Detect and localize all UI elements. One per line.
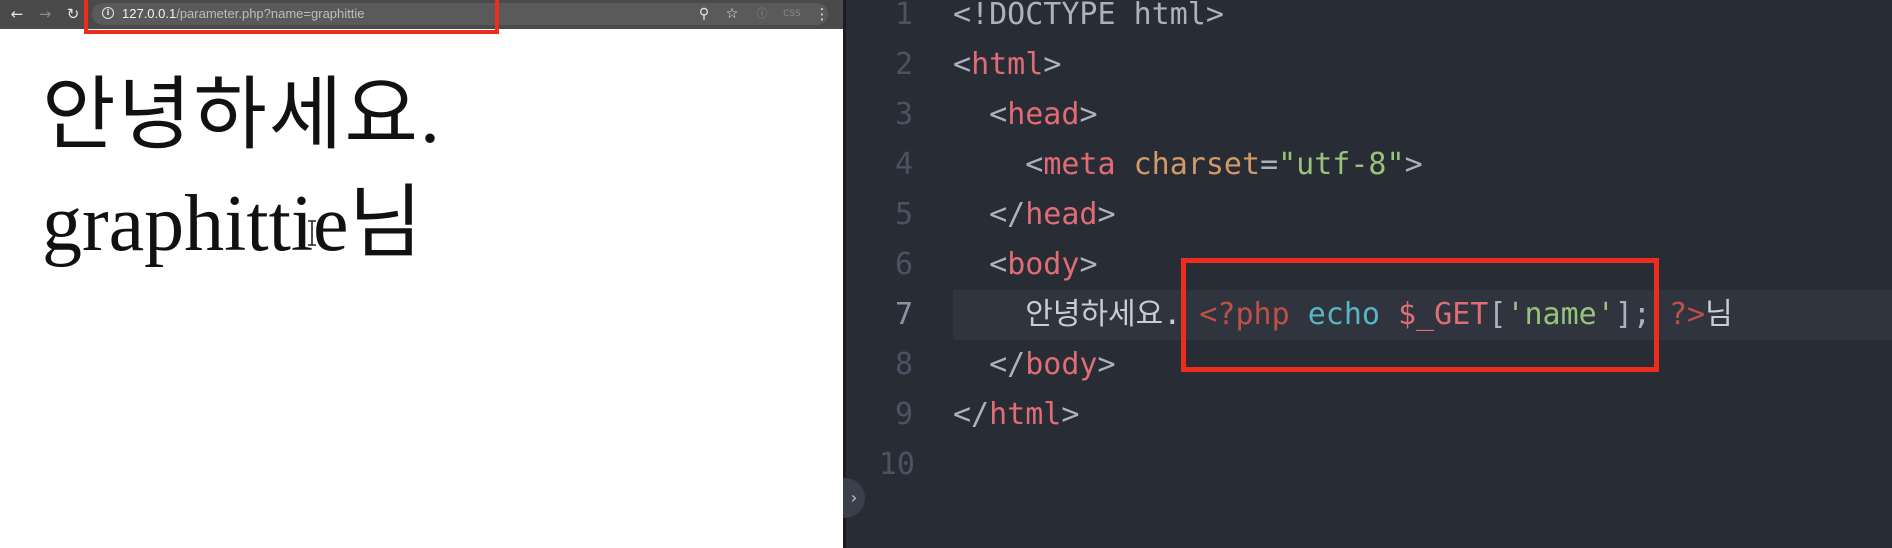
code-token: > [1097,197,1116,232]
code-token: < [953,47,972,82]
code-line[interactable]: </body> [953,340,1116,390]
text-cursor-icon [308,220,316,246]
code-token: > [1097,347,1116,382]
screenshot-root: ← → ↻ i 127.0.0.1/parameter.php?name=gra… [0,0,1892,548]
reload-icon[interactable]: ↻ [62,3,84,25]
code-token: </ [953,347,1026,382]
code-token: </ [953,197,1026,232]
code-token: html [971,47,1044,82]
code-token: > [1404,147,1423,182]
back-arrow-icon[interactable]: ← [6,3,28,25]
line-number: 10 [878,447,915,482]
code-line[interactable]: <body> [953,240,1098,290]
line-number: 2 [894,47,913,82]
extension-icon[interactable]: ⓘ [752,3,772,25]
code-line[interactable]: <meta charset="utf-8"> [953,140,1423,190]
zoom-icon[interactable]: ⚲ [694,3,714,25]
line-number: 6 [894,247,913,282]
line-number: 3 [894,97,913,132]
code-line[interactable]: <html> [953,40,1061,90]
code-line[interactable]: <!DOCTYPE html> [953,0,1224,40]
line-number: 8 [894,347,913,382]
line-number: 9 [894,397,913,432]
code-token: ?> [1669,297,1706,332]
line-number: 1 [894,0,913,32]
code-token: </ [953,397,990,432]
line-number: 7 [894,297,913,332]
browser-window: ← → ↻ i 127.0.0.1/parameter.php?name=gra… [0,0,843,548]
code-token: "utf-8" [1278,147,1405,182]
code-token: < [953,247,1008,282]
code-token: charset [1133,147,1261,182]
line-number: 5 [894,197,913,232]
code-token: head [1025,197,1098,232]
code-line[interactable]: </html> [953,390,1079,440]
code-token: <!DOCTYPE html> [953,0,1224,32]
pane-divider[interactable] [843,0,846,548]
code-token: < [953,147,1044,182]
url-highlight-box [84,0,499,34]
code-token: head [1007,97,1080,132]
browser-toolbar: ← → ↻ i 127.0.0.1/parameter.php?name=gra… [0,0,843,34]
page-name-line: graphittie님 [42,180,423,268]
code-token: 님 [1705,297,1733,332]
line-number: 4 [894,147,913,182]
code-token: < [953,97,1008,132]
forward-arrow-icon[interactable]: → [34,3,56,25]
code-token: > [1043,47,1062,82]
code-token: body [1025,347,1098,382]
code-token: > [1079,97,1098,132]
css-extension-icon[interactable]: CSS [780,3,804,25]
star-icon[interactable]: ☆ [722,3,742,25]
code-token: > [1079,247,1098,282]
code-line[interactable]: </head> [953,190,1116,240]
chevron-right-icon[interactable]: › [843,478,865,518]
menu-dots-icon[interactable]: ⋮ [812,3,832,25]
page-greeting: 안녕하세요. [42,72,442,160]
code-token: html [989,397,1062,432]
code-highlight-box [1181,258,1659,372]
code-token: meta [1043,147,1116,182]
code-token: body [1007,247,1080,282]
code-token: > [1061,397,1080,432]
code-editor: 1 <!DOCTYPE html> 2 <html> 3 <head> 4 <meta c… [843,0,1892,548]
code-token: = [1260,147,1279,182]
code-line[interactable]: <head> [953,90,1098,140]
code-token: 안녕하세요. [953,297,1200,332]
